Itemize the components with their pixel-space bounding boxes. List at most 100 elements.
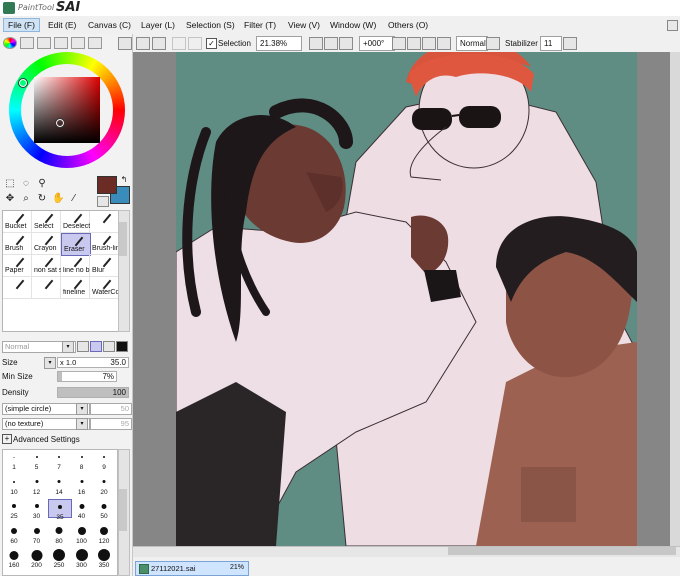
undo-icon[interactable] bbox=[136, 37, 150, 50]
lasso-icon[interactable]: ◌ bbox=[20, 178, 32, 190]
brush-size-option[interactable]: 350 bbox=[93, 548, 115, 569]
hsv-slider-tab-icon[interactable] bbox=[37, 37, 51, 49]
shape-square-icon[interactable] bbox=[116, 341, 128, 352]
brush-slot[interactable]: non sat solid co bbox=[32, 255, 61, 277]
brush-size-option[interactable]: 12 bbox=[26, 475, 48, 496]
sv-marker-icon[interactable] bbox=[55, 118, 65, 128]
brush-slot[interactable]: Deselect bbox=[61, 211, 90, 233]
brush-size-option[interactable]: 5 bbox=[26, 450, 48, 471]
brush-size-option[interactable]: 200 bbox=[26, 548, 48, 569]
rotate-right-icon[interactable] bbox=[407, 37, 421, 50]
saturation-value-square[interactable] bbox=[34, 77, 100, 143]
brush-size-option[interactable]: 300 bbox=[71, 548, 93, 569]
selection-checkbox[interactable]: ✓ bbox=[206, 38, 217, 49]
flip-horizontal-icon[interactable] bbox=[437, 37, 451, 50]
brush-size-option[interactable]: 35 bbox=[48, 499, 72, 521]
brush-size-scroll-thumb[interactable] bbox=[119, 489, 127, 531]
menu-window[interactable]: Window (W) bbox=[326, 19, 380, 31]
shape-triangle-icon[interactable] bbox=[77, 341, 89, 352]
brush-slot[interactable]: fineline bbox=[61, 277, 90, 299]
magic-wand-icon[interactable]: ⚲ bbox=[36, 178, 48, 190]
stabilizer-field[interactable]: 11 bbox=[540, 36, 562, 51]
brush-size-option[interactable]: 80 bbox=[48, 524, 70, 545]
brush-slot[interactable]: Paper bbox=[3, 255, 32, 277]
toolbar-menu-icon[interactable] bbox=[118, 37, 132, 50]
swatches-tab-icon[interactable] bbox=[54, 37, 68, 49]
shape-strength[interactable]: 50 bbox=[90, 403, 132, 415]
expand-plus-icon[interactable]: + bbox=[2, 434, 12, 444]
canvas-horizontal-scroll-thumb[interactable] bbox=[448, 547, 676, 555]
artwork-canvas[interactable] bbox=[176, 52, 637, 546]
brush-slot[interactable]: Select bbox=[32, 211, 61, 233]
brush-size-option[interactable]: 100 bbox=[71, 524, 93, 545]
texture-strength[interactable]: 95 bbox=[90, 418, 132, 430]
menu-file[interactable]: File (F) bbox=[3, 18, 40, 32]
brush-slot[interactable]: Bucket bbox=[3, 211, 32, 233]
menu-canvas[interactable]: Canvas (C) bbox=[84, 19, 135, 31]
zoom-icon[interactable]: ⌕ bbox=[20, 193, 32, 205]
move-icon[interactable]: ✥ bbox=[4, 193, 16, 205]
zoom-in-icon[interactable] bbox=[324, 37, 338, 50]
zoom-out-icon[interactable] bbox=[309, 37, 323, 50]
document-tab[interactable]: 27112021.sai 21% bbox=[135, 561, 249, 576]
brush-size-option[interactable]: 250 bbox=[48, 548, 70, 569]
window-restore-icon[interactable] bbox=[667, 20, 678, 31]
menu-view[interactable]: View (V) bbox=[284, 19, 324, 31]
brush-size-option[interactable]: 70 bbox=[26, 524, 48, 545]
menu-selection[interactable]: Selection (S) bbox=[182, 19, 239, 31]
brush-size-option[interactable]: 14 bbox=[48, 475, 70, 496]
advanced-settings-label[interactable]: Advanced Settings bbox=[13, 435, 80, 444]
zoom-field[interactable]: 21.38% bbox=[256, 36, 302, 51]
brush-size-option[interactable]: 50 bbox=[93, 499, 115, 520]
menu-others[interactable]: Others (O) bbox=[384, 19, 432, 31]
invert-selection-icon[interactable] bbox=[188, 37, 202, 50]
brush-size-option[interactable]: 40 bbox=[71, 499, 93, 520]
shape-flat-icon[interactable] bbox=[103, 341, 115, 352]
rotation-field[interactable]: +000° bbox=[359, 36, 395, 51]
blend-dropdown-icon[interactable]: ▾ bbox=[62, 341, 74, 353]
brush-size-option[interactable]: 16 bbox=[71, 475, 93, 496]
hand-icon[interactable]: ✋ bbox=[52, 193, 64, 205]
shape-dropdown-icon[interactable]: ▾ bbox=[76, 403, 88, 415]
brush-slot[interactable] bbox=[32, 277, 61, 299]
brush-size-option[interactable]: 60 bbox=[3, 524, 25, 545]
swap-colors-icon[interactable]: ↰ bbox=[118, 174, 130, 186]
primary-color-swatch[interactable] bbox=[97, 176, 117, 194]
size-dropdown-icon[interactable]: ▾ bbox=[44, 357, 56, 369]
brush-slot[interactable]: Brush bbox=[3, 233, 32, 255]
scratchpad-tab-icon[interactable] bbox=[71, 37, 85, 49]
brush-slot[interactable]: Brush-lin bbox=[90, 233, 119, 255]
brush-size-option[interactable]: 30 bbox=[26, 499, 48, 520]
brush-slot[interactable]: line no b bbox=[61, 255, 90, 277]
brush-size-option[interactable]: 1 bbox=[3, 450, 25, 471]
menu-edit[interactable]: Edit (E) bbox=[44, 19, 80, 31]
brush-size-option[interactable]: 9 bbox=[93, 450, 115, 471]
rotate-reset-icon[interactable] bbox=[422, 37, 436, 50]
brush-size-option[interactable]: 8 bbox=[71, 450, 93, 471]
color-wheel-tab-icon[interactable] bbox=[3, 37, 17, 49]
brush-size-option[interactable]: 10 bbox=[3, 475, 25, 496]
zoom-reset-icon[interactable] bbox=[339, 37, 353, 50]
brush-size-option[interactable]: 7 bbox=[48, 450, 70, 471]
menu-layer[interactable]: Layer (L) bbox=[137, 19, 179, 31]
brush-slot[interactable]: Crayon bbox=[32, 233, 61, 255]
transparent-color-icon[interactable] bbox=[97, 196, 109, 207]
menu-filter[interactable]: Filter (T) bbox=[240, 19, 280, 31]
blend-mode-field[interactable]: Normal bbox=[456, 36, 488, 51]
brush-size-option[interactable]: 160 bbox=[3, 548, 25, 569]
rect-select-icon[interactable]: ⬚ bbox=[4, 178, 16, 190]
brush-size-option[interactable]: 20 bbox=[93, 475, 115, 496]
brush-slot[interactable] bbox=[3, 277, 32, 299]
shape-round-icon[interactable] bbox=[90, 341, 102, 352]
brush-slot[interactable]: Blur bbox=[90, 255, 119, 277]
brush-slot[interactable] bbox=[90, 211, 119, 233]
rotate-left-icon[interactable] bbox=[392, 37, 406, 50]
redo-icon[interactable] bbox=[152, 37, 166, 50]
palette-tab-icon[interactable] bbox=[88, 37, 102, 49]
rgb-slider-tab-icon[interactable] bbox=[20, 37, 34, 49]
brush-slot[interactable]: WaterCo bbox=[90, 277, 119, 299]
brush-grid-scroll-thumb[interactable] bbox=[119, 222, 127, 256]
brush-size-option[interactable]: 120 bbox=[93, 524, 115, 545]
brush-size-option[interactable]: 25 bbox=[3, 499, 25, 520]
texture-dropdown-icon[interactable]: ▾ bbox=[76, 418, 88, 430]
